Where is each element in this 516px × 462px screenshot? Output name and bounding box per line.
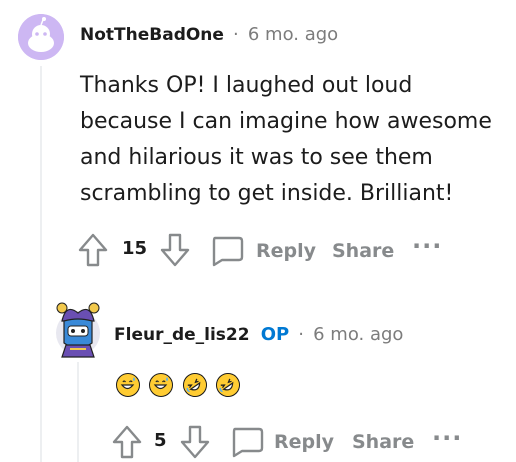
downvote-button[interactable] bbox=[160, 233, 190, 267]
avatar[interactable] bbox=[18, 14, 64, 60]
reply-button[interactable]: Reply bbox=[210, 235, 316, 267]
separator: · bbox=[298, 324, 305, 345]
comment-body: Thanks OP! I laughed out loud because I … bbox=[80, 73, 492, 206]
op-badge: OP bbox=[260, 324, 290, 345]
username[interactable]: Fleur_de_lis22 bbox=[114, 325, 250, 345]
snoo-avatar-icon bbox=[18, 14, 64, 60]
upvote-button[interactable] bbox=[78, 233, 108, 267]
upvote-arrow-icon bbox=[78, 233, 108, 267]
reply-label: Reply bbox=[256, 240, 317, 262]
username[interactable]: NotTheBadOne bbox=[80, 25, 224, 45]
comment-header: Fleur_de_lis22 OP · 6 mo. ago bbox=[114, 324, 403, 345]
thread-line-reply[interactable] bbox=[77, 362, 79, 462]
grinning-sweat-emoji bbox=[116, 373, 140, 397]
rolling-laughing-emoji bbox=[211, 368, 245, 402]
comment-bubble-icon bbox=[212, 236, 244, 267]
comment-header: NotTheBadOne · 6 mo. ago bbox=[80, 24, 338, 45]
downvote-arrow-icon bbox=[180, 425, 210, 459]
upvote-arrow-icon bbox=[112, 425, 142, 459]
more-options-icon[interactable]: ··· bbox=[412, 232, 442, 260]
timestamp[interactable]: 6 mo. ago bbox=[313, 324, 403, 345]
grinning-sweat-emoji bbox=[149, 373, 173, 397]
vote-score: 5 bbox=[154, 430, 167, 451]
share-button[interactable]: Share bbox=[332, 240, 394, 262]
more-options-icon[interactable]: ··· bbox=[432, 424, 462, 452]
timestamp[interactable]: 6 mo. ago bbox=[248, 24, 338, 45]
downvote-button[interactable] bbox=[180, 425, 210, 459]
jester-avatar-icon bbox=[56, 302, 100, 358]
upvote-button[interactable] bbox=[112, 425, 142, 459]
reply-button[interactable]: Reply bbox=[230, 426, 334, 458]
separator: · bbox=[233, 24, 239, 45]
avatar[interactable] bbox=[52, 299, 104, 359]
thread-line-top[interactable] bbox=[40, 66, 42, 462]
reply-label: Reply bbox=[274, 431, 335, 453]
rolling-laughing-emoji bbox=[178, 368, 212, 402]
vote-score: 15 bbox=[122, 238, 148, 259]
share-button[interactable]: Share bbox=[352, 431, 414, 453]
comment-bubble-icon bbox=[232, 427, 264, 458]
downvote-arrow-icon bbox=[160, 233, 190, 267]
